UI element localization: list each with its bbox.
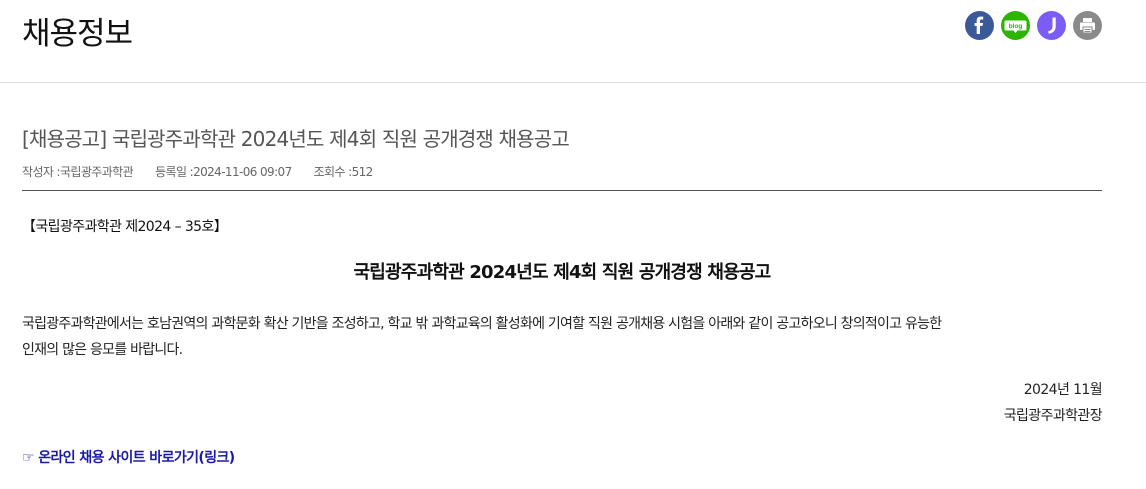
post-meta: 작성자 : 국립광주과학관 등록일 : 2024-11-06 09:07 조회수…: [22, 163, 373, 181]
print-button[interactable]: [1073, 11, 1102, 40]
post-author: 작성자 : 국립광주과학관: [22, 163, 134, 181]
story-share-button[interactable]: [1037, 11, 1066, 40]
announcement-paragraph: 국립광주과학관에서는 호남권역의 과학문화 확산 기반을 조성하고, 학교 밖 …: [22, 311, 1102, 363]
story-icon: [1048, 17, 1056, 34]
share-buttons: blog: [965, 11, 1102, 40]
signature-organization: 국립광주과학관장: [1003, 408, 1103, 424]
blog-share-button[interactable]: blog: [1001, 11, 1030, 40]
author-value: 국립광주과학관: [59, 165, 134, 179]
facebook-share-button[interactable]: [965, 11, 994, 40]
paragraph-line-1: 국립광주과학관에서는 호남권역의 과학문화 확산 기반을 조성하고, 학교 밖 …: [22, 316, 942, 332]
page: 채용정보 blog [채용공고] 국립광주과학관 2024년도 제4회 직원 공…: [0, 0, 1146, 489]
paragraph-line-2: 인재의 많은 응모를 바랍니다.: [22, 342, 183, 358]
page-header: 채용정보 blog: [0, 0, 1146, 83]
blog-icon: blog: [1004, 20, 1027, 33]
facebook-icon: [974, 16, 984, 34]
views-value: 512: [351, 165, 374, 179]
post-views: 조회수 : 512: [313, 163, 374, 181]
print-icon: [1080, 18, 1095, 34]
post-title: [채용공고] 국립광주과학관 2024년도 제4회 직원 공개경쟁 채용공고: [22, 127, 570, 151]
page-title: 채용정보: [22, 16, 133, 52]
signature-date: 2024년 11월: [1023, 382, 1103, 398]
title-divider: [22, 190, 1102, 191]
author-label: 작성자 :: [22, 165, 61, 179]
notice-number: 【국립광주과학관 제2024 – 35호】: [22, 219, 228, 235]
blog-icon-label: blog: [1009, 23, 1023, 30]
views-label: 조회수 :: [313, 165, 353, 179]
date-label: 등록일 :: [155, 165, 194, 179]
announcement-heading: 국립광주과학관 2024년도 제4회 직원 공개경쟁 채용공고: [353, 262, 772, 283]
post-date: 등록일 : 2024-11-06 09:07: [155, 163, 292, 181]
online-recruitment-link[interactable]: ☞ 온라인 채용 사이트 바로가기(링크): [22, 446, 235, 470]
signature-block: 2024년 11월 국립광주과학관장: [1003, 377, 1103, 429]
date-value: 2024-11-06 09:07: [193, 165, 292, 179]
